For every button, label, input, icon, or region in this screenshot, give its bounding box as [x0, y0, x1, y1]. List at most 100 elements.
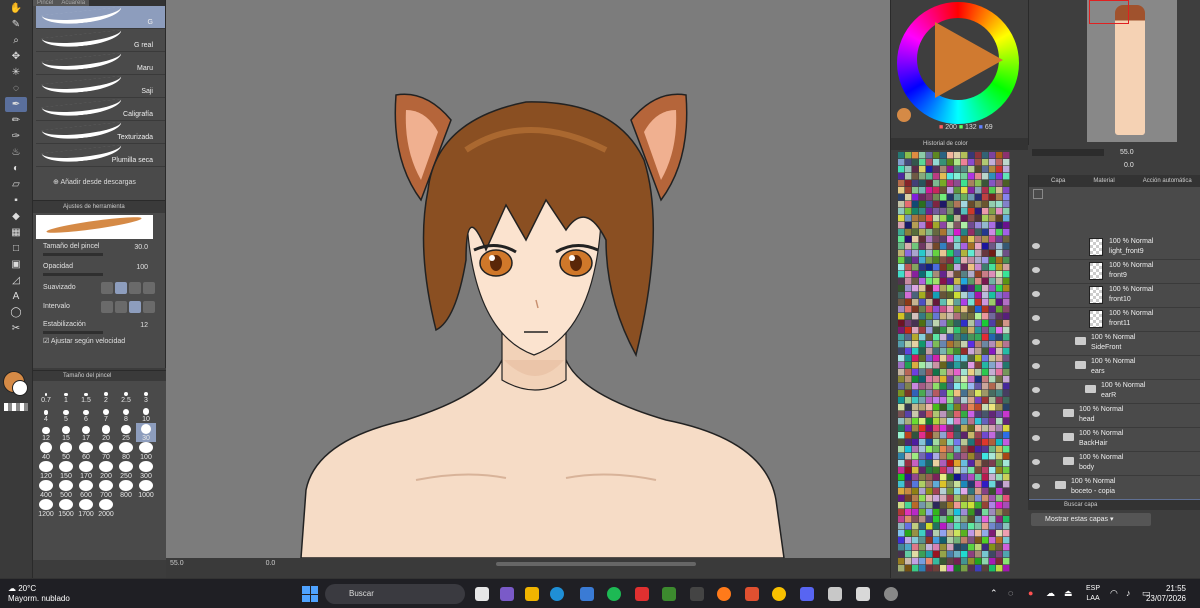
color-history-swatch[interactable]: [961, 495, 968, 502]
eye-icon[interactable]: [1032, 267, 1040, 273]
color-history-swatch[interactable]: [919, 229, 926, 236]
color-history-swatch[interactable]: [933, 390, 940, 397]
color-history-swatch[interactable]: [926, 523, 933, 530]
color-history-swatch[interactable]: [989, 299, 996, 306]
brush-size-option[interactable]: 4: [36, 404, 56, 423]
color-history-swatch[interactable]: [905, 502, 912, 509]
color-history-swatch[interactable]: [912, 285, 919, 292]
color-history-swatch[interactable]: [954, 285, 961, 292]
color-history-swatch[interactable]: [1003, 194, 1010, 201]
color-history-swatch[interactable]: [926, 208, 933, 215]
color-history-swatch[interactable]: [975, 320, 982, 327]
color-history-swatch[interactable]: [919, 558, 926, 565]
tray-app-icon[interactable]: ◌: [1008, 588, 1013, 598]
color-history-swatch[interactable]: [912, 523, 919, 530]
color-history-swatch[interactable]: [912, 264, 919, 271]
color-history-swatch[interactable]: [905, 159, 912, 166]
color-history-swatch[interactable]: [982, 551, 989, 558]
color-history-swatch[interactable]: [996, 243, 1003, 250]
color-history-swatch[interactable]: [982, 313, 989, 320]
color-history-swatch[interactable]: [996, 278, 1003, 285]
color-history-swatch[interactable]: [905, 292, 912, 299]
color-history-swatch[interactable]: [961, 488, 968, 495]
color-history-swatch[interactable]: [968, 215, 975, 222]
color-history-swatch[interactable]: [912, 313, 919, 320]
color-history-swatch[interactable]: [940, 215, 947, 222]
color-history-swatch[interactable]: [905, 544, 912, 551]
color-history-swatch[interactable]: [996, 362, 1003, 369]
color-history-swatch[interactable]: [947, 516, 954, 523]
color-history-swatch[interactable]: [919, 390, 926, 397]
color-history-swatch[interactable]: [940, 467, 947, 474]
color-history-swatch[interactable]: [926, 467, 933, 474]
color-history-swatch[interactable]: [926, 292, 933, 299]
color-history-swatch[interactable]: [898, 425, 905, 432]
color-history-swatch[interactable]: [968, 544, 975, 551]
brush-size-option[interactable]: 20: [96, 423, 116, 442]
color-history-swatch[interactable]: [898, 404, 905, 411]
color-history-swatch[interactable]: [898, 208, 905, 215]
brush-size-option[interactable]: 70: [96, 442, 116, 461]
color-history-swatch[interactable]: [954, 348, 961, 355]
color-history-swatch[interactable]: [919, 411, 926, 418]
color-history-swatch[interactable]: [989, 187, 996, 194]
color-history-swatch[interactable]: [989, 509, 996, 516]
color-history-swatch[interactable]: [905, 208, 912, 215]
color-history-swatch[interactable]: [996, 250, 1003, 257]
brush-size-option[interactable]: 800: [116, 480, 136, 499]
color-history-swatch[interactable]: [961, 271, 968, 278]
color-history-swatch[interactable]: [933, 432, 940, 439]
color-history-swatch[interactable]: [940, 173, 947, 180]
color-history-swatch[interactable]: [898, 257, 905, 264]
current-color-swatch[interactable]: [897, 108, 911, 122]
color-history-swatch[interactable]: [905, 390, 912, 397]
color-history-swatch[interactable]: [926, 180, 933, 187]
task-view-icon[interactable]: [475, 587, 489, 601]
color-history-swatch[interactable]: [1003, 481, 1010, 488]
color-history-swatch[interactable]: [919, 425, 926, 432]
color-history-swatch[interactable]: [989, 460, 996, 467]
saturation-triangle[interactable]: [935, 22, 1003, 98]
color-history-swatch[interactable]: [912, 502, 919, 509]
color-history-swatch[interactable]: [919, 292, 926, 299]
layer-row[interactable]: 100 % Normal ears: [1029, 355, 1200, 380]
color-history-swatch[interactable]: [940, 194, 947, 201]
color-history-swatch[interactable]: [982, 453, 989, 460]
color-history-swatch[interactable]: [961, 173, 968, 180]
color-history-swatch[interactable]: [926, 495, 933, 502]
color-history-swatch[interactable]: [982, 334, 989, 341]
color-history-swatch[interactable]: [933, 369, 940, 376]
color-history-swatch[interactable]: [912, 432, 919, 439]
color-history-swatch[interactable]: [989, 551, 996, 558]
color-history-swatch[interactable]: [975, 257, 982, 264]
app-icon[interactable]: [745, 587, 759, 601]
color-history-swatch[interactable]: [947, 530, 954, 537]
color-history-swatch[interactable]: [940, 439, 947, 446]
brush-item-maru[interactable]: Maru: [36, 52, 165, 75]
ruler-tool-icon[interactable]: ◿: [5, 273, 27, 288]
color-history-swatch[interactable]: [989, 397, 996, 404]
color-history-swatch[interactable]: [954, 446, 961, 453]
interval-setting[interactable]: Intervalo: [43, 301, 158, 313]
color-history-swatch[interactable]: [898, 285, 905, 292]
color-history-swatch[interactable]: [954, 481, 961, 488]
hue-ring[interactable]: [897, 2, 1019, 124]
blend-mode-dropdown[interactable]: [1033, 189, 1043, 199]
color-history-swatch[interactable]: [961, 411, 968, 418]
color-history-swatch[interactable]: [1003, 418, 1010, 425]
brush-tool-icon[interactable]: ✒: [5, 97, 27, 112]
color-history-swatch[interactable]: [905, 460, 912, 467]
color-history-swatch[interactable]: [933, 313, 940, 320]
color-history-swatch[interactable]: [898, 250, 905, 257]
color-history-swatch[interactable]: [968, 474, 975, 481]
color-history-swatch[interactable]: [933, 243, 940, 250]
color-history-swatch[interactable]: [968, 341, 975, 348]
shape-tool-icon[interactable]: □: [5, 241, 27, 256]
color-history-swatch[interactable]: [919, 376, 926, 383]
color-history-swatch[interactable]: [989, 166, 996, 173]
color-history-swatch[interactable]: [961, 313, 968, 320]
color-history-swatch[interactable]: [905, 439, 912, 446]
color-history-swatch[interactable]: [954, 208, 961, 215]
color-history-swatch[interactable]: [968, 446, 975, 453]
office-icon[interactable]: [635, 587, 649, 601]
